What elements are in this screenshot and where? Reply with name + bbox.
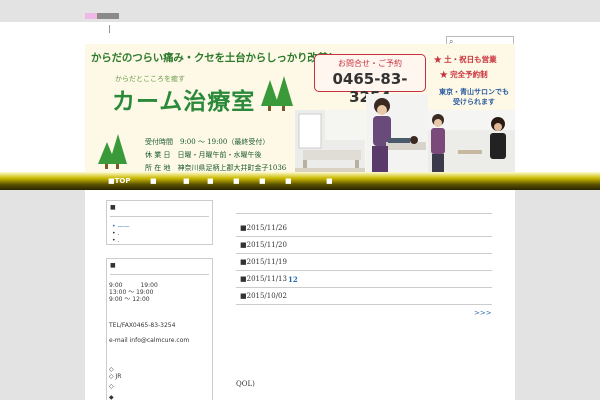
sidebar-link-text[interactable]: • . [112, 230, 119, 237]
clinic-info: 受付時間 9:00 ～ 19:00（最終受付） 休 業 日 日曜・月曜午前・水曜… [145, 136, 286, 172]
nav-item-top[interactable]: ■TOP [108, 177, 130, 185]
page-margin-left [0, 22, 85, 190]
info-hours: 受付時間 9:00 ～ 19:00（最終受付） [145, 138, 270, 146]
more-link[interactable]: >>> [474, 309, 492, 317]
note-branch: 東京・青山サロンでも 受けられます [439, 87, 509, 107]
tree-trunk [116, 164, 119, 169]
nav-item[interactable]: ■ [259, 177, 266, 185]
photo-treatment [366, 94, 428, 172]
photo-treatment-room [295, 110, 365, 172]
page-margin-right [515, 22, 600, 190]
photo-treatment-room-art [295, 110, 365, 172]
sidebar-box-info: ■ 9:00 19:00 13:00 ～ 19:00 9:00 ～ 12:00 … [106, 258, 213, 400]
post-date[interactable]: ■2015/11/20 [240, 241, 287, 249]
nav-item[interactable]: ■ [285, 177, 292, 185]
list-bullet: ◇ JR [109, 373, 122, 380]
note-reservation: ★ 完全予約制 [440, 70, 488, 79]
post-row[interactable]: ■2015/11/19 [236, 253, 492, 271]
nav-item[interactable]: ■ [150, 177, 157, 185]
post-date[interactable]: ■2015/11/26 [240, 224, 287, 232]
post-date[interactable]: ■2015/11/13 [240, 275, 287, 283]
phone-box[interactable]: お問合せ・ご予約 0465-83-3254 [314, 54, 426, 106]
post-date[interactable]: ■2015/11/19 [240, 258, 287, 266]
divider [236, 213, 492, 214]
sidebar-link-text[interactable]: • . [112, 237, 119, 244]
list-bullet: ◇ [109, 366, 114, 373]
nav-item[interactable]: ■ [183, 177, 190, 185]
sidebar-box-menu: ■ • —— • . • . [106, 200, 213, 245]
sidebar-box-title: ■ [110, 262, 116, 269]
nav-item[interactable]: ■ [233, 177, 240, 185]
info-closed: 休 業 日 日曜・月曜午前・水曜午後 [145, 151, 262, 159]
admin-bar-highlight[interactable] [85, 13, 97, 19]
tree-icon [275, 76, 293, 106]
hours-line-3: 9:00 ～ 12:00 [109, 296, 150, 303]
nav-item[interactable]: ■ [326, 177, 333, 185]
header-divider [109, 25, 110, 33]
post-count: 12 [288, 275, 298, 284]
sidebar-link[interactable]: • . [112, 230, 119, 237]
post-row[interactable]: ■2015/10/02 [236, 287, 492, 305]
photo-treatment-art [366, 94, 428, 172]
nav-item[interactable]: ■ [207, 177, 214, 185]
email[interactable]: e-mail info@calmcure.com [109, 337, 189, 344]
note-open-holidays: ★ 土・祝日も営業 [434, 55, 497, 64]
tree-trunk [105, 164, 108, 169]
list-bullet: ◆ [109, 394, 114, 400]
divider [110, 216, 209, 217]
list-bullet: ◇ [109, 383, 114, 390]
tel-fax: TEL/FAX0465-83-3254 [109, 322, 176, 329]
sidebar-link[interactable]: • . [112, 237, 119, 244]
post-row[interactable]: ■2015/11/13 12 [236, 270, 492, 288]
info-address: 所 在 地 神奈川県足柄上郡大井町金子1036 [145, 164, 287, 172]
tree-trunk [268, 106, 271, 111]
sidebar-box-title: ■ [110, 204, 116, 211]
sidebar-link[interactable]: • —— [112, 223, 129, 230]
banner-slogan: からだのつらい痛み・クセを土台からしっかり改善！ [91, 52, 339, 64]
tree-trunk [282, 106, 285, 111]
divider [110, 274, 209, 275]
photo-consultation [428, 110, 515, 172]
post-row[interactable]: ■2015/11/26 [236, 219, 492, 237]
note-branch-line-2: 受けられます [453, 97, 495, 106]
nav-menu: ■TOP ■ ■ ■ ■ ■ ■ ■ [108, 177, 408, 187]
phone-label: お問合せ・ご予約 [338, 59, 402, 68]
tree-icon [109, 134, 127, 164]
body-text: QOL) [236, 380, 255, 388]
post-row[interactable]: ■2015/11/20 [236, 236, 492, 254]
sidebar-link-text[interactable]: • —— [112, 223, 129, 230]
clinic-name: カーム治療室 [112, 88, 256, 115]
post-date[interactable]: ■2015/10/02 [240, 292, 287, 300]
header-banner[interactable]: からだのつらい痛み・クセを土台からしっかり改善！ からだとこころを癒す カーム治… [85, 44, 515, 172]
photo-consultation-art [428, 110, 515, 172]
note-branch-line-1: 東京・青山サロンでも [439, 87, 509, 96]
